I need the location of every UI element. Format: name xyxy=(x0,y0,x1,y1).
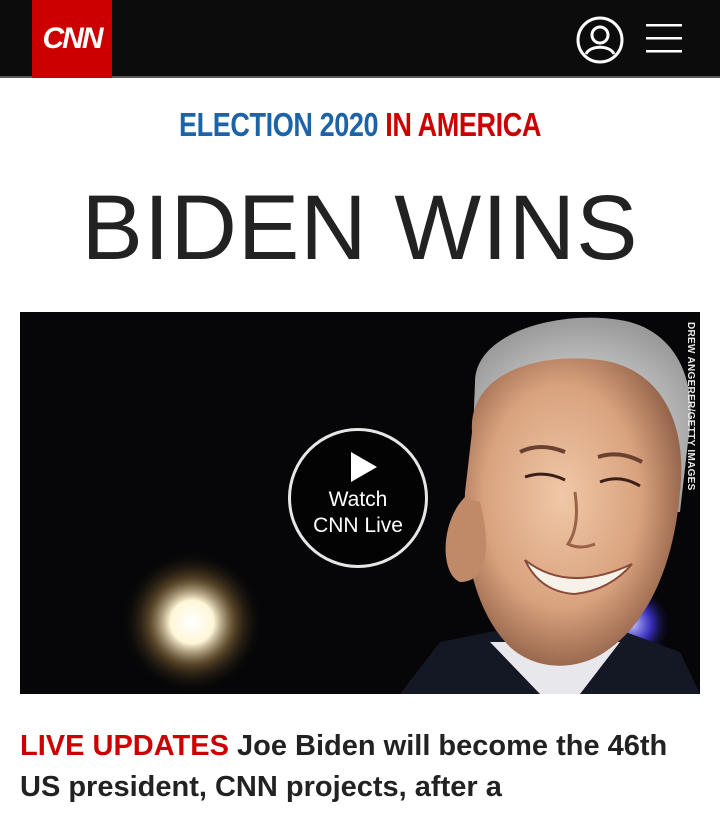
kicker-in-america: IN AMERICA xyxy=(385,106,542,143)
hamburger-menu-icon[interactable] xyxy=(646,20,682,56)
watch-cnn-live-button[interactable]: Watch CNN Live xyxy=(288,428,428,568)
watch-label-line1: Watch xyxy=(328,488,388,511)
live-updates-story[interactable]: LIVE UPDATES Joe Biden will become the 4… xyxy=(20,726,700,808)
video-player[interactable]: DREW ANGERER/GETTY IMAGES Watch CNN Live xyxy=(20,312,700,694)
top-navigation-bar: CNN xyxy=(0,0,720,78)
section-kicker[interactable]: ELECTION 2020 IN AMERICA xyxy=(65,106,655,144)
user-circle-icon[interactable] xyxy=(576,16,624,64)
kicker-election-2020: ELECTION 2020 xyxy=(178,106,379,143)
play-icon xyxy=(351,452,377,482)
page-headline[interactable]: BIDEN WINS xyxy=(0,178,720,278)
photo-credit: DREW ANGERER/GETTY IMAGES xyxy=(685,322,696,491)
cnn-logo[interactable]: CNN xyxy=(32,0,112,78)
watch-label-line2: CNN Live xyxy=(313,514,403,537)
watch-label: Watch CNN Live xyxy=(291,487,425,539)
logo-text: CNN xyxy=(42,22,104,55)
live-updates-label: LIVE UPDATES xyxy=(20,730,229,762)
